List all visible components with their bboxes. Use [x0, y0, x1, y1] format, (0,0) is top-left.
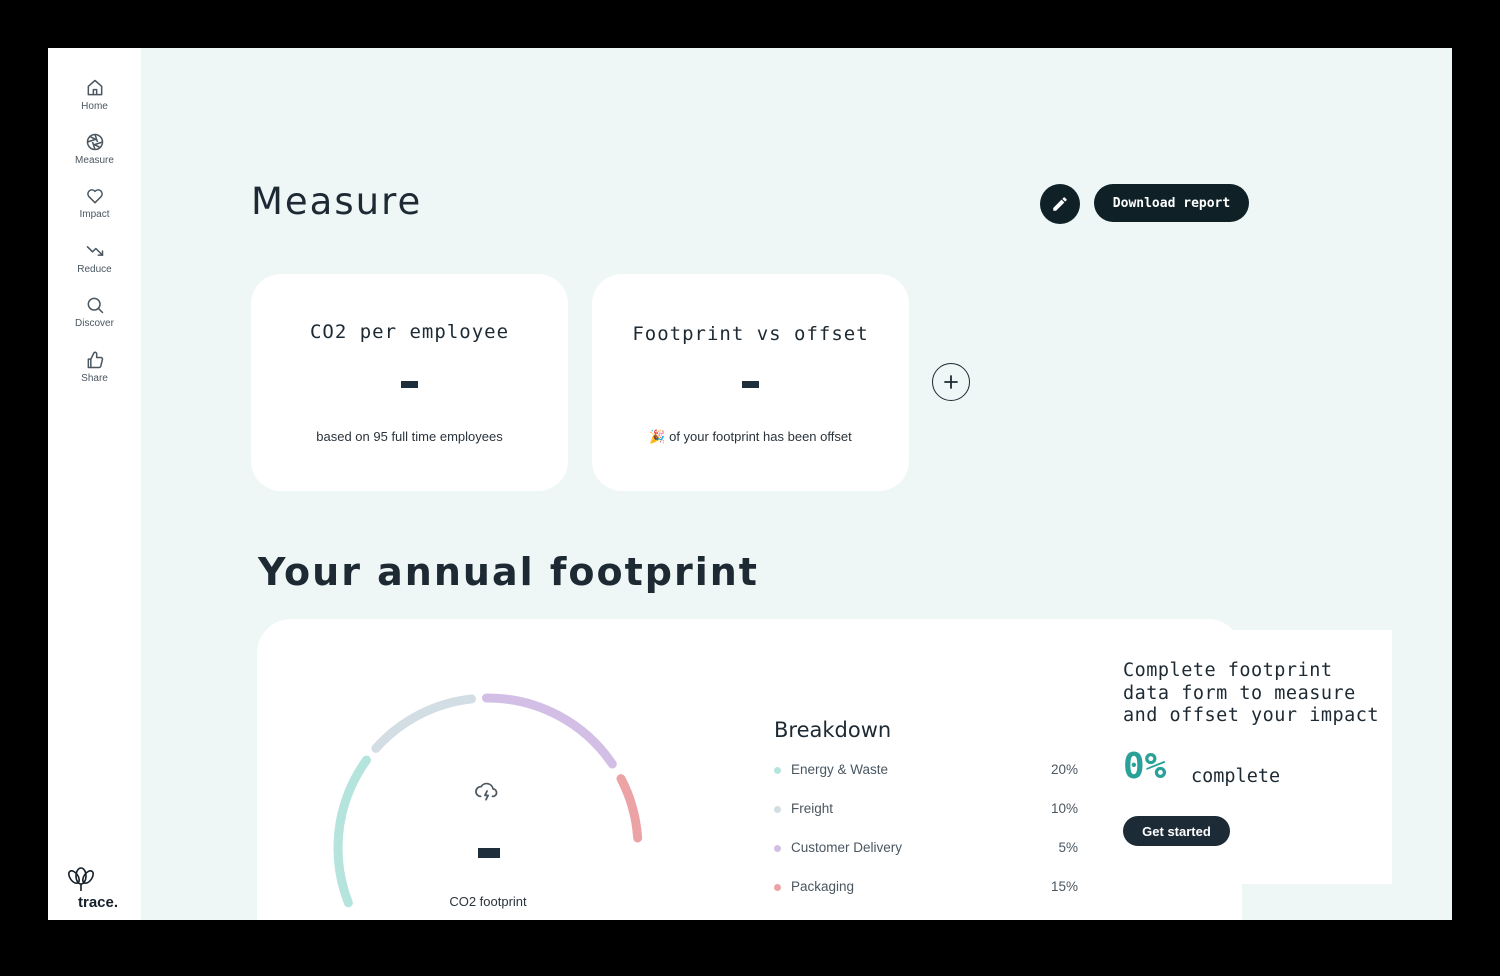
download-report-button[interactable]: Download report: [1094, 184, 1249, 222]
pencil-icon: [1053, 197, 1067, 211]
card-value-placeholder: [742, 381, 759, 388]
sidebar-item-reduce[interactable]: Reduce: [48, 239, 141, 289]
card-subtitle: based on 95 full time employees: [316, 429, 503, 444]
brand-logo[interactable]: trace.: [66, 866, 126, 914]
breakdown-title: Breakdown: [774, 718, 892, 742]
sidebar-item-label: Discover: [75, 318, 114, 329]
page-title: Measure: [251, 180, 423, 223]
sidebar-item-discover[interactable]: Discover: [48, 293, 141, 343]
plus-icon: [944, 375, 958, 389]
promo-text: Complete footprint data form to measure …: [1123, 660, 1380, 726]
sidebar-item-impact[interactable]: Impact: [48, 184, 141, 234]
breakdown-name: Customer Delivery: [791, 840, 903, 855]
card-title: CO2 per employee: [309, 321, 510, 343]
co2-per-employee-card: CO2 per employee based on 95 full time e…: [251, 274, 568, 491]
section-title: Your annual footprint: [258, 550, 759, 594]
app-window: Home Measure Impact Reduce Discover Shar…: [48, 48, 1452, 920]
legend-dot: [774, 767, 781, 774]
party-emoji: 🎉: [649, 429, 666, 444]
search-icon: [87, 297, 103, 314]
completion-percent: 0%: [1123, 746, 1167, 787]
sidebar-item-label: Share: [81, 373, 108, 384]
legend-dot: [774, 884, 781, 891]
donut-segment-delivery: [333, 693, 643, 920]
footprint-vs-offset-card: Footprint vs offset 🎉 of your footprint …: [592, 274, 909, 491]
breakdown-percent: 15%: [1050, 879, 1078, 894]
legend-dot: [774, 845, 781, 852]
complete-footprint-promo: Complete footprint data form to measure …: [1120, 630, 1392, 884]
breakdown-percent: 10%: [1050, 801, 1078, 816]
sidebar-item-label: Impact: [79, 209, 110, 220]
donut-label: CO2 footprint: [449, 894, 527, 909]
card-subtitle-text: of your footprint has been offset: [669, 429, 852, 444]
sidebar-item-label: Home: [81, 101, 108, 112]
donut-value-placeholder: [478, 848, 500, 858]
leaf-logo-icon: [68, 867, 94, 891]
card-title: Footprint vs offset: [632, 323, 869, 345]
breakdown-percent: 5%: [1058, 840, 1078, 855]
home-icon: [87, 79, 102, 96]
breakdown-row: Customer Delivery 5%: [774, 840, 1078, 860]
cloud-lightning-icon: [475, 782, 498, 801]
trending-down-icon: [86, 246, 103, 256]
donut-segment-packaging: [333, 693, 643, 920]
thumbs-up-icon: [87, 351, 103, 369]
sidebar-item-label: Measure: [75, 155, 114, 166]
donut-segment-energy: [333, 693, 643, 920]
card-value-placeholder: [401, 381, 418, 388]
breakdown-row: Energy & Waste 20%: [774, 762, 1078, 782]
breakdown-row: Packaging 15%: [774, 879, 1078, 899]
sidebar-item-measure[interactable]: Measure: [48, 130, 141, 180]
edit-button[interactable]: [1040, 184, 1080, 224]
card-subtitle: 🎉 of your footprint has been offset: [592, 429, 909, 445]
breakdown-name: Freight: [791, 801, 834, 816]
breakdown-row: Freight 10%: [774, 801, 1078, 821]
breakdown-name: Energy & Waste: [791, 762, 889, 777]
aperture-icon: [86, 133, 103, 151]
completion-label: complete: [1191, 766, 1281, 787]
sidebar: Home Measure Impact Reduce Discover Shar…: [48, 48, 141, 920]
add-card-button[interactable]: [932, 363, 970, 401]
sidebar-item-home[interactable]: Home: [48, 76, 141, 126]
sidebar-item-share[interactable]: Share: [48, 348, 141, 398]
sidebar-item-label: Reduce: [77, 264, 112, 275]
logo-text: trace.: [78, 894, 119, 911]
legend-dot: [774, 806, 781, 813]
heart-icon: [86, 189, 103, 204]
breakdown-percent: 20%: [1050, 762, 1078, 777]
breakdown-name: Packaging: [791, 879, 855, 894]
get-started-button[interactable]: Get started: [1123, 816, 1230, 846]
donut-segment-freight: [333, 693, 643, 920]
donut-segment-other: [333, 693, 643, 920]
